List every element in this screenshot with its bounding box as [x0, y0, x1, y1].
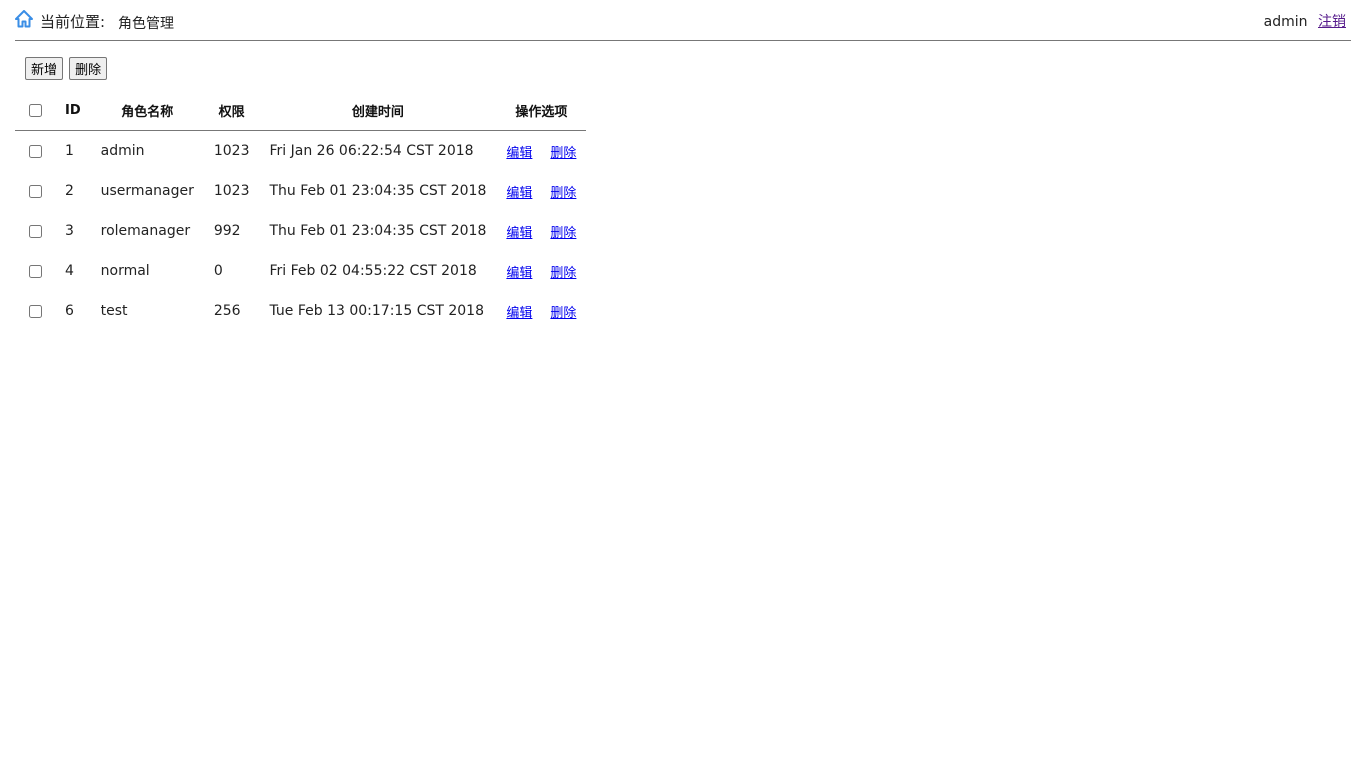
roles-table: ID 角色名称 权限 创建时间 操作选项 1 admin 1023 Fri Ja… [15, 90, 587, 331]
edit-link[interactable]: 编辑 [506, 186, 532, 201]
top-bar: 当前位置: 角色管理 admin 注销 [15, 0, 1351, 41]
edit-link[interactable]: 编辑 [506, 226, 532, 241]
column-header-permission: 权限 [203, 90, 260, 131]
row-permission: 992 [213, 223, 241, 239]
home-icon[interactable] [15, 10, 33, 28]
delete-link[interactable]: 删除 [550, 306, 576, 321]
row-name: usermanager [100, 183, 194, 199]
delete-selected-button[interactable]: 删除 [69, 57, 108, 80]
table-row: 4 normal 0 Fri Feb 02 04:55:22 CST 2018 … [15, 251, 586, 291]
delete-link[interactable]: 删除 [550, 266, 576, 281]
column-header-id: ID [55, 90, 91, 131]
column-header-actions: 操作选项 [496, 90, 587, 131]
edit-link[interactable]: 编辑 [506, 306, 532, 321]
delete-link[interactable]: 删除 [550, 186, 576, 201]
row-permission: 1023 [213, 143, 250, 159]
location-label: 当前位置: [40, 13, 106, 31]
user-area: admin 注销 [1264, 11, 1346, 31]
table-row: 3 rolemanager 992 Thu Feb 01 23:04:35 CS… [15, 211, 586, 251]
table-row: 6 test 256 Tue Feb 13 00:17:15 CST 2018 … [15, 291, 586, 331]
row-permission: 256 [213, 303, 241, 319]
row-name: test [100, 303, 128, 319]
row-created: Thu Feb 01 23:04:35 CST 2018 [269, 223, 487, 239]
row-name: rolemanager [100, 223, 191, 239]
row-permission: 1023 [213, 183, 250, 199]
row-created: Fri Jan 26 06:22:54 CST 2018 [269, 143, 474, 159]
add-button[interactable]: 新增 [25, 57, 64, 80]
column-header-created: 创建时间 [259, 90, 497, 131]
row-checkbox[interactable] [28, 224, 42, 238]
table-row: 2 usermanager 1023 Thu Feb 01 23:04:35 C… [15, 171, 586, 211]
table-header-row: ID 角色名称 权限 创建时间 操作选项 [15, 90, 587, 131]
row-id: 2 [65, 183, 74, 199]
toolbar: 新增 删除 [25, 57, 108, 80]
logout-link[interactable]: 注销 [1318, 14, 1346, 30]
row-actions: 编辑 删除 [496, 211, 586, 251]
row-actions: 编辑 删除 [496, 291, 586, 331]
breadcrumb-current: 角色管理 [118, 16, 174, 32]
row-name: admin [100, 143, 145, 159]
delete-link[interactable]: 删除 [550, 226, 576, 241]
row-created: Thu Feb 01 23:04:35 CST 2018 [269, 183, 487, 199]
row-created: Tue Feb 13 00:17:15 CST 2018 [269, 303, 484, 319]
row-actions: 编辑 删除 [496, 131, 586, 172]
column-header-name: 角色名称 [90, 90, 204, 131]
row-checkbox[interactable] [28, 184, 42, 198]
row-permission: 0 [213, 263, 223, 279]
table-row: 1 admin 1023 Fri Jan 26 06:22:54 CST 201… [15, 131, 586, 172]
edit-link[interactable]: 编辑 [506, 266, 532, 281]
row-actions: 编辑 删除 [496, 251, 586, 291]
row-name: normal [100, 263, 150, 279]
username: admin [1263, 14, 1308, 30]
row-checkbox[interactable] [28, 304, 42, 318]
row-checkbox[interactable] [28, 144, 42, 158]
select-all-cell [15, 90, 55, 131]
delete-link[interactable]: 删除 [550, 146, 576, 161]
row-checkbox[interactable] [28, 264, 42, 278]
row-created: Fri Feb 02 04:55:22 CST 2018 [269, 263, 477, 279]
select-all-checkbox[interactable] [28, 103, 42, 117]
row-actions: 编辑 删除 [496, 171, 586, 211]
row-id: 4 [65, 263, 74, 279]
row-id: 3 [65, 223, 74, 239]
row-id: 6 [65, 303, 74, 319]
row-id: 1 [65, 143, 74, 159]
edit-link[interactable]: 编辑 [506, 146, 532, 161]
